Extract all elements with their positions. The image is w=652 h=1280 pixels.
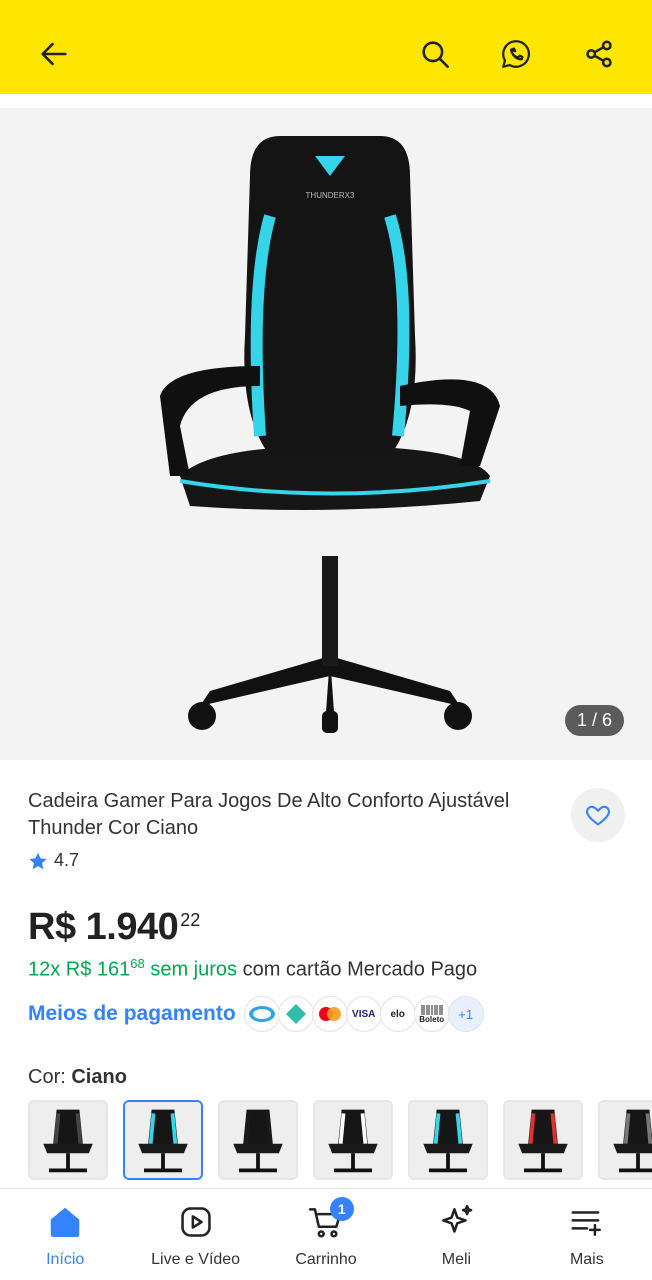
installments-cents: 68 [130, 956, 145, 971]
nav-cart[interactable]: 1 Carrinho [261, 1189, 391, 1280]
price-cents: 22 [180, 910, 201, 930]
swatch-thumbnail [505, 1102, 581, 1178]
search-button[interactable] [411, 30, 459, 78]
mercado-pago-icon [243, 996, 280, 1032]
favorite-button[interactable] [571, 788, 625, 842]
color-label: Cor: Ciano [28, 1066, 127, 1089]
color-swatch[interactable] [313, 1100, 393, 1180]
color-swatch[interactable] [28, 1100, 108, 1180]
arrow-left-icon [41, 42, 67, 66]
installments-free: sem juros [150, 958, 238, 981]
nav-home[interactable]: Início [0, 1189, 130, 1280]
whatsapp-icon [502, 40, 531, 68]
product-image: THUNDERX3 [160, 136, 500, 733]
brand-logo-text: THUNDERX3 [306, 191, 355, 200]
swatch-thumbnail [315, 1102, 391, 1178]
product-title: Cadeira Gamer Para Jogos De Alto Confort… [28, 790, 510, 839]
visa-icon: VISA [345, 996, 382, 1032]
more-payment-methods[interactable]: +1 [447, 996, 484, 1032]
elo-icon: elo [379, 996, 416, 1032]
search-icon [422, 41, 450, 69]
pix-icon [277, 996, 314, 1032]
price-main: R$ 1.940 [28, 906, 179, 948]
color-label-text: Cor: [28, 1066, 66, 1088]
color-value: Ciano [71, 1066, 127, 1088]
cart-badge: 1 [329, 1197, 354, 1221]
color-swatch[interactable] [218, 1100, 298, 1180]
color-swatch[interactable] [123, 1100, 203, 1180]
share-icon [586, 40, 612, 68]
nav-cart-label: Carrinho [295, 1251, 357, 1268]
payment-methods-link[interactable]: Meios de pagamento [28, 1002, 236, 1026]
image-counter: 1 / 6 [564, 705, 624, 736]
swatch-thumbnail [410, 1102, 486, 1178]
installments: 12x R$ 16168 sem juros com cartão Mercad… [28, 956, 477, 982]
rating-value: 4.7 [54, 850, 80, 870]
product-image-gallery[interactable]: THUNDERX3 1 / 6 [0, 108, 652, 760]
top-bar [0, 0, 652, 94]
nav-live[interactable]: Live e Vídeo [130, 1189, 260, 1280]
swatch-thumbnail [220, 1102, 296, 1178]
color-swatch[interactable] [503, 1100, 583, 1180]
share-button[interactable] [575, 30, 623, 78]
menu-plus-icon [571, 1211, 601, 1236]
color-variants [28, 1100, 652, 1184]
nav-more-label: Mais [569, 1251, 604, 1268]
nav-more[interactable]: Mais [522, 1189, 652, 1280]
nav-live-label: Live e Vídeo [151, 1251, 241, 1268]
star-icon [29, 852, 47, 869]
home-icon [50, 1207, 80, 1238]
whatsapp-button[interactable] [492, 30, 540, 78]
sparkle-icon [442, 1204, 473, 1233]
heart-icon [586, 805, 610, 826]
product-rating[interactable]: 4.7 [28, 850, 79, 871]
payment-methods-row: Meios de pagamento VISA elo Boleto +1 [28, 996, 484, 1032]
bottom-navigation: Início Live e Vídeo 1 Carrinho Meli Mais [0, 1188, 652, 1280]
mastercard-icon [311, 996, 348, 1032]
color-swatch[interactable] [598, 1100, 652, 1180]
color-swatch[interactable] [408, 1100, 488, 1180]
play-icon [180, 1207, 211, 1237]
nav-meli-label: Meli [441, 1251, 472, 1268]
nav-home-label: Início [46, 1251, 85, 1268]
swatch-thumbnail [600, 1102, 652, 1178]
boleto-label: Boleto [419, 1014, 445, 1024]
swatch-thumbnail [125, 1102, 201, 1178]
installments-suffix: com cartão Mercado Pago [242, 958, 478, 981]
back-button[interactable] [30, 30, 78, 78]
price: R$ 1.940 22 [28, 906, 200, 949]
installments-amount: 12x R$ 161 [28, 958, 131, 981]
swatch-thumbnail [30, 1102, 106, 1178]
boleto-icon: Boleto [413, 996, 450, 1032]
nav-meli[interactable]: Meli [391, 1189, 521, 1280]
